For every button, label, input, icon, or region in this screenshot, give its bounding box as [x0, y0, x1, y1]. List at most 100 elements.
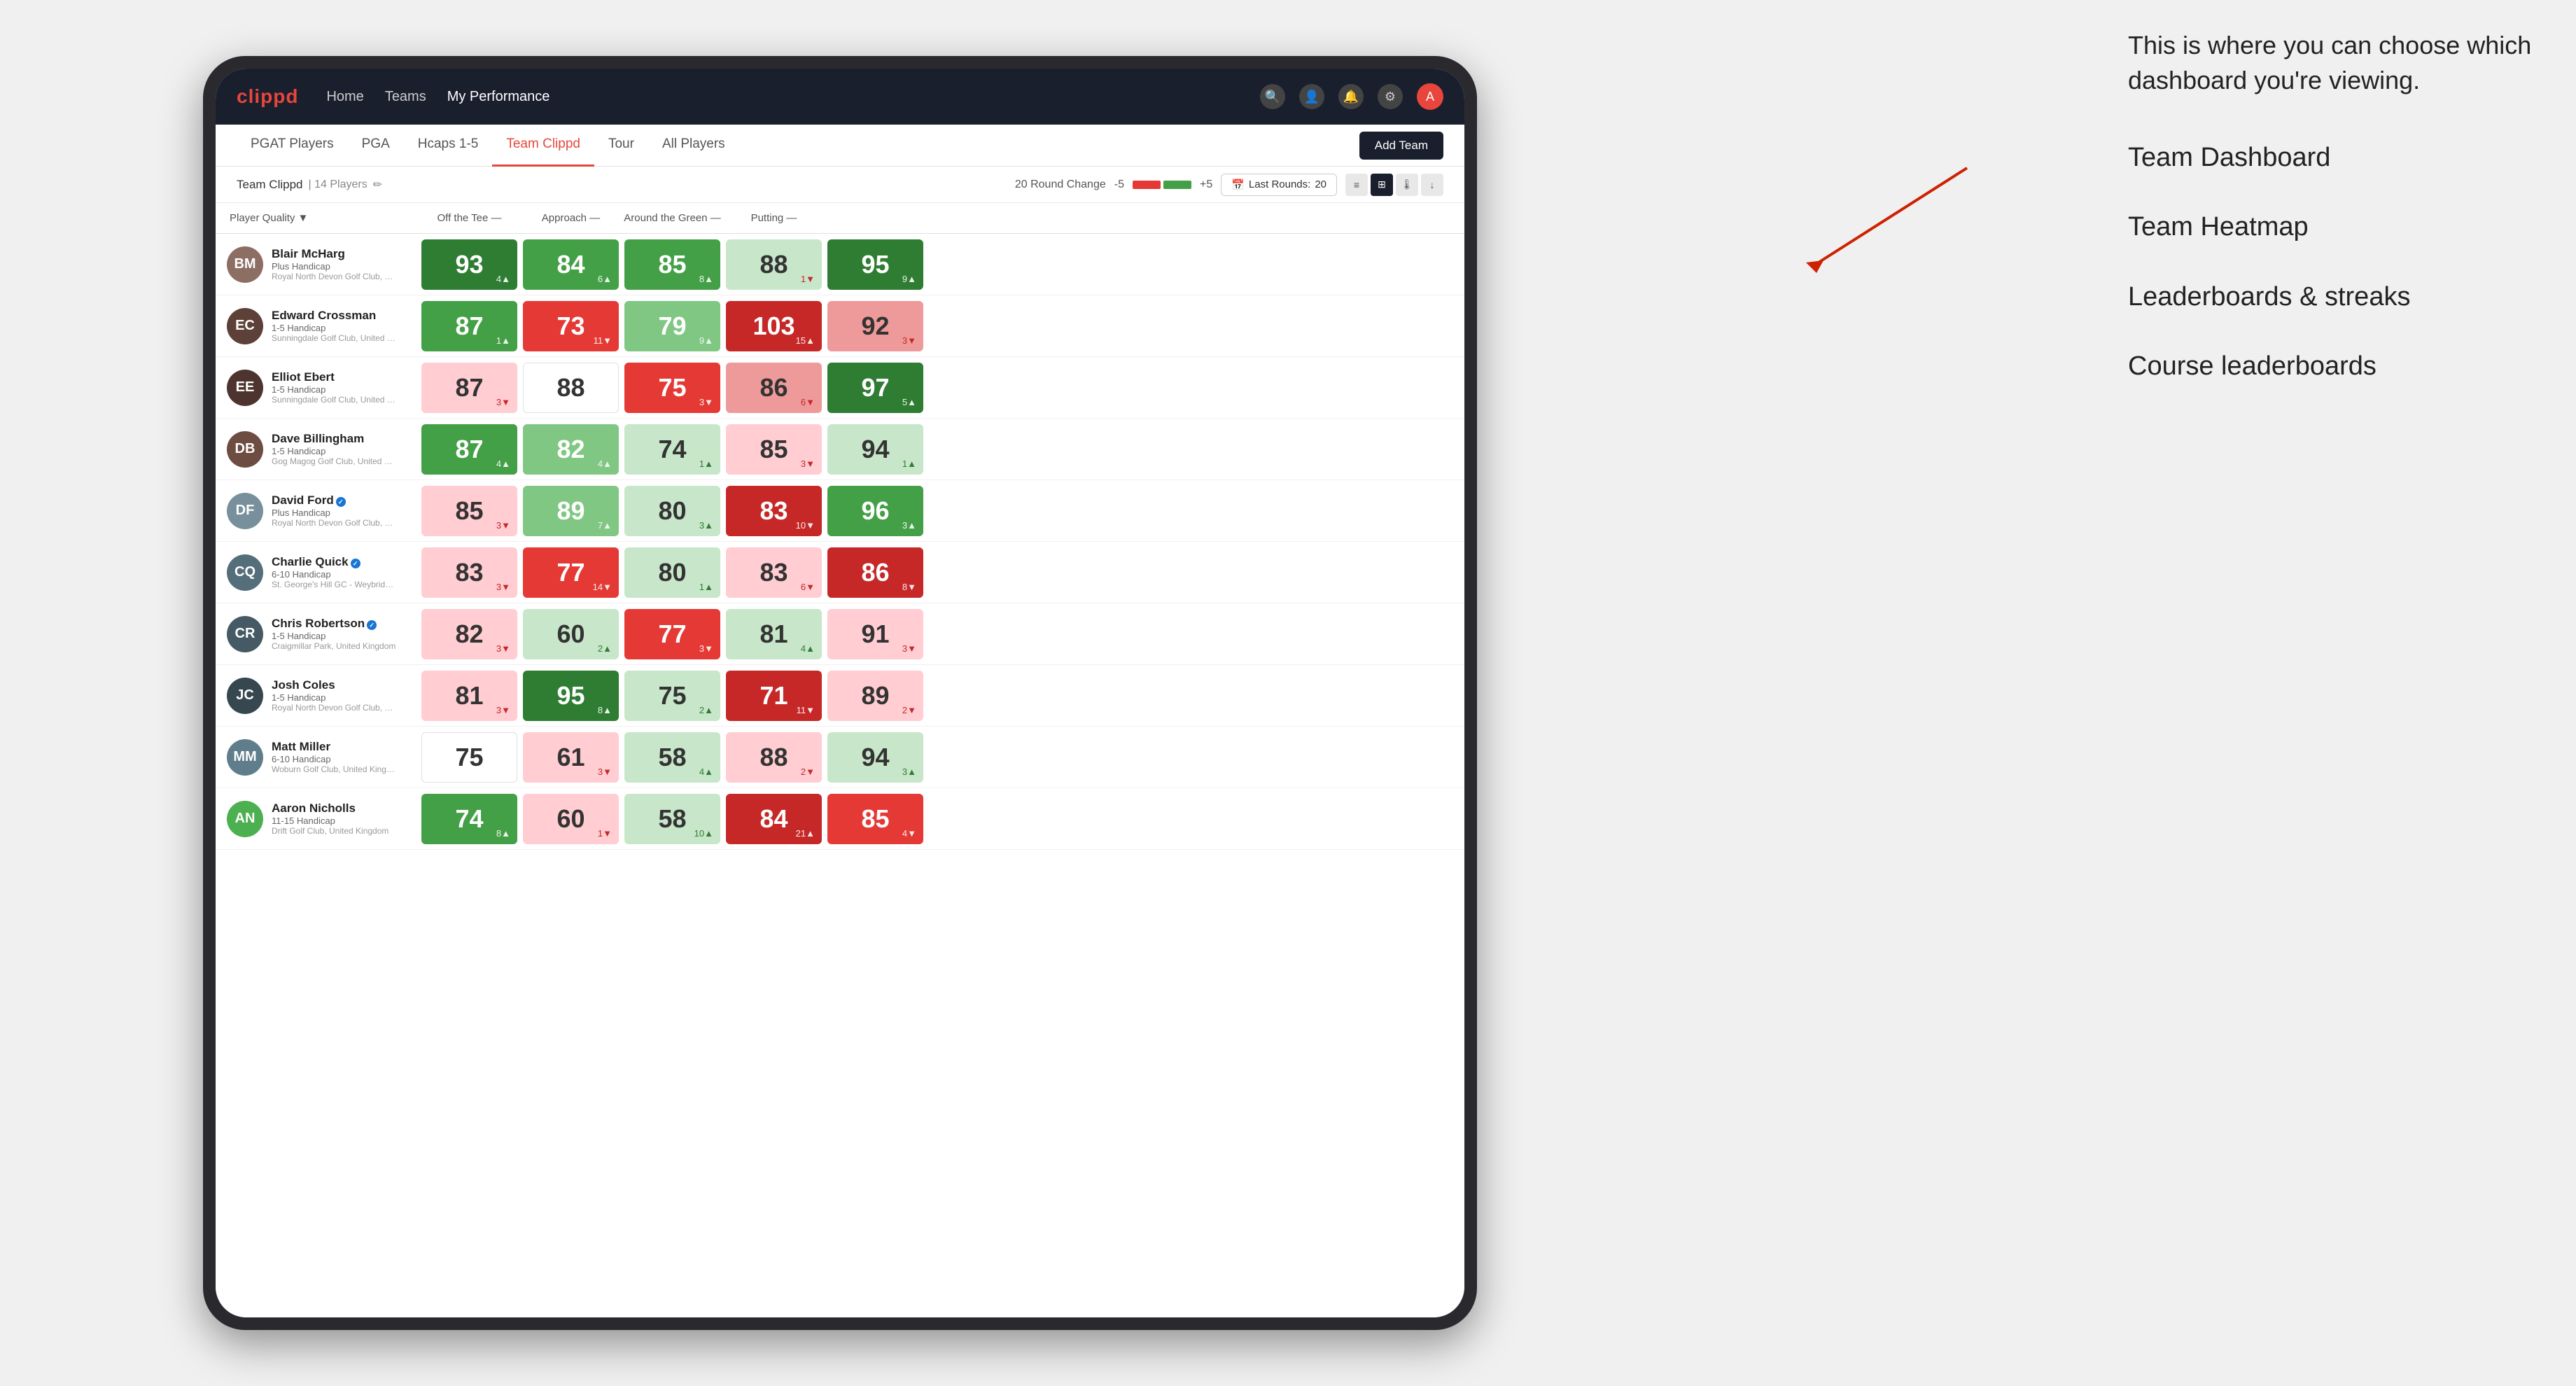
range-bar-green: [1163, 181, 1191, 189]
score-cell-off_tee: 602▲: [523, 609, 619, 659]
player-club: Woburn Golf Club, United Kingdom: [272, 764, 398, 774]
score-cell-around_green: 836▼: [726, 547, 822, 598]
score-change: 10▲: [694, 828, 713, 839]
score-value: 87: [455, 312, 483, 341]
tab-all-players[interactable]: All Players: [648, 125, 739, 167]
search-icon[interactable]: 🔍: [1260, 84, 1285, 109]
score-cell-off_tee: 897▲: [523, 486, 619, 536]
tab-hcaps[interactable]: Hcaps 1-5: [404, 125, 493, 167]
nav-my-performance[interactable]: My Performance: [447, 89, 550, 105]
player-club: Royal North Devon Golf Club, United King…: [272, 518, 398, 528]
profile-icon[interactable]: 👤: [1299, 84, 1324, 109]
score-value: 74: [455, 804, 483, 834]
score-change: 8▲: [598, 705, 612, 715]
option-team-dashboard: Team Dashboard: [2128, 141, 2534, 175]
score-cell-putting: 913▼: [827, 609, 923, 659]
col-putting: Putting —: [723, 212, 825, 224]
player-cell: EEElliot Ebert1-5 HandicapSunningdale Go…: [223, 370, 419, 406]
settings-icon[interactable]: ⚙: [1378, 84, 1403, 109]
player-info: Edward Crossman1-5 HandicapSunningdale G…: [272, 309, 398, 343]
player-name: Edward Crossman: [272, 309, 398, 323]
bell-icon[interactable]: 🔔: [1338, 84, 1364, 109]
score-value: 87: [455, 435, 483, 464]
player-name: Dave Billingham: [272, 432, 398, 446]
score-cell-around_green: 10315▲: [726, 301, 822, 351]
view-list-icon[interactable]: ≡: [1345, 174, 1368, 196]
score-change: 8▼: [902, 582, 916, 592]
view-grid-icon[interactable]: ⊞: [1371, 174, 1393, 196]
score-cell-around_green: 853▼: [726, 424, 822, 475]
score-cell-putting: 943▲: [827, 732, 923, 783]
score-cell-approach: 752▲: [624, 671, 720, 721]
table-row[interactable]: MMMatt Miller6-10 HandicapWoburn Golf Cl…: [216, 727, 1464, 788]
annotation-area: This is where you can choose which dashb…: [2128, 28, 2534, 419]
score-cell-player_quality: 83 3▼: [421, 547, 517, 598]
add-team-button[interactable]: Add Team: [1359, 132, 1443, 160]
range-bar: [1133, 181, 1191, 189]
table-row[interactable]: EEElliot Ebert1-5 HandicapSunningdale Go…: [216, 357, 1464, 419]
score-cell-putting: 963▲: [827, 486, 923, 536]
nav-home[interactable]: Home: [326, 89, 363, 105]
table-row[interactable]: CQCharlie Quick✓6-10 HandicapSt. George'…: [216, 542, 1464, 603]
score-cell-off_tee: 601▼: [523, 794, 619, 844]
score-change: 3▼: [496, 397, 510, 407]
col-around-green: Around the Green —: [622, 212, 723, 224]
player-info: Dave Billingham1-5 HandicapGog Magog Gol…: [272, 432, 398, 466]
score-change: 3▼: [496, 520, 510, 531]
score-cell-approach: 753▼: [624, 363, 720, 413]
view-heatmap-icon[interactable]: 🌡: [1396, 174, 1418, 196]
score-value: 97: [861, 373, 889, 402]
player-name: Josh Coles: [272, 678, 398, 692]
table-row[interactable]: BMBlair McHargPlus HandicapRoyal North D…: [216, 234, 1464, 295]
player-handicap: 1-5 Handicap: [272, 692, 398, 703]
player-handicap: 6-10 Handicap: [272, 754, 398, 764]
player-handicap: 1-5 Handicap: [272, 446, 398, 456]
score-value: 95: [556, 681, 584, 710]
score-cell-player_quality: 871▲: [421, 301, 517, 351]
edit-team-icon[interactable]: ✏: [373, 178, 382, 192]
score-change: 3▼: [496, 582, 510, 592]
table-row[interactable]: ANAaron Nicholls11-15 HandicapDrift Golf…: [216, 788, 1464, 850]
player-avatar: AN: [227, 801, 263, 837]
view-download-icon[interactable]: ↓: [1421, 174, 1443, 196]
score-value: 85: [658, 250, 686, 279]
table-row[interactable]: CRChris Robertson✓1-5 HandicapCraigmilla…: [216, 603, 1464, 665]
score-change: 4▲: [699, 766, 713, 777]
score-cell-off_tee: 846▲: [523, 239, 619, 290]
table-row[interactable]: ECEdward Crossman1-5 HandicapSunningdale…: [216, 295, 1464, 357]
user-avatar[interactable]: A: [1417, 83, 1443, 110]
table-header-row: Player Quality ▼ Off the Tee — Approach …: [216, 203, 1464, 234]
player-cell: BMBlair McHargPlus HandicapRoyal North D…: [223, 246, 419, 283]
tab-pga[interactable]: PGA: [348, 125, 404, 167]
tab-pgat-players[interactable]: PGAT Players: [237, 125, 348, 167]
round-change-label: 20 Round Change: [1015, 178, 1106, 191]
score-cell-around_green: 7111▼: [726, 671, 822, 721]
score-change: 3▲: [699, 520, 713, 531]
nav-items: Home Teams My Performance: [326, 89, 1232, 105]
score-cell-around_green: 866▼: [726, 363, 822, 413]
verified-icon: ✓: [367, 620, 377, 630]
player-avatar: BM: [227, 246, 263, 283]
range-bar-red: [1133, 181, 1161, 189]
tab-tour[interactable]: Tour: [594, 125, 648, 167]
player-handicap: Plus Handicap: [272, 261, 398, 272]
score-change: 2▼: [801, 766, 815, 777]
score-cell-player_quality: 813▼: [421, 671, 517, 721]
tab-team-clippd[interactable]: Team Clippd: [492, 125, 594, 167]
player-cell: DFDavid Ford✓Plus HandicapRoyal North De…: [223, 493, 419, 529]
score-cell-around_green: 8421▲: [726, 794, 822, 844]
table-row[interactable]: JCJosh Coles1-5 HandicapRoyal North Devo…: [216, 665, 1464, 727]
score-value: 87: [455, 373, 483, 402]
score-cell-off_tee: 95 8▲: [523, 671, 619, 721]
table-row[interactable]: DBDave Billingham1-5 HandicapGog Magog G…: [216, 419, 1464, 480]
score-value: 83: [455, 558, 483, 587]
nav-teams[interactable]: Teams: [385, 89, 426, 105]
score-value: 92: [861, 312, 889, 341]
table-row[interactable]: DFDavid Ford✓Plus HandicapRoyal North De…: [216, 480, 1464, 542]
score-change: 9▲: [699, 335, 713, 346]
last-rounds-button[interactable]: 📅 Last Rounds: 20: [1221, 174, 1337, 196]
score-change: 9▲: [902, 274, 916, 284]
player-name: Blair McHarg: [272, 247, 398, 261]
score-change: 2▼: [902, 705, 916, 715]
score-change: 7▲: [598, 520, 612, 531]
